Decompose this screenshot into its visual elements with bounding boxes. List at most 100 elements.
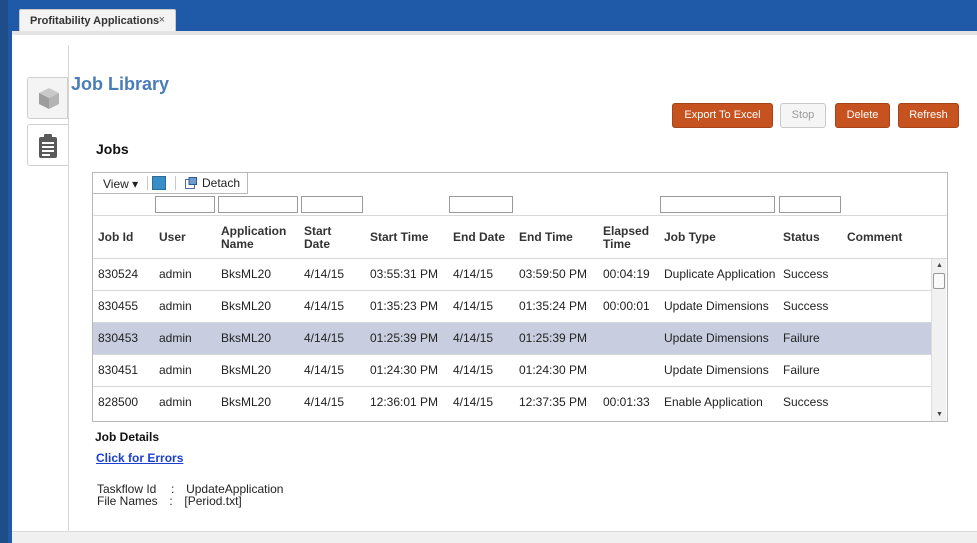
cell-application: BksML20 <box>221 395 272 409</box>
table-scrollbar[interactable]: ▲ ▼ <box>931 259 946 421</box>
cell-application: BksML20 <box>221 331 272 345</box>
table-row[interactable]: 830455 admin BksML20 4/14/15 01:35:23 PM… <box>93 291 931 323</box>
column-header-application-name[interactable]: Application Name <box>221 216 293 259</box>
filter-end-date-input[interactable] <box>449 196 513 213</box>
cell-start-time: 12:36:01 PM <box>370 395 439 409</box>
cell-end-time: 03:59:50 PM <box>519 267 588 281</box>
cell-elapsed-time: 00:00:01 <box>603 299 650 313</box>
cell-job-id: 830451 <box>98 363 139 377</box>
cell-elapsed-time: 00:01:33 <box>603 395 650 409</box>
close-icon[interactable]: × <box>159 14 165 26</box>
column-header-start-time[interactable]: Start Time <box>370 216 442 259</box>
cell-job-id: 830453 <box>98 331 139 345</box>
scroll-thumb[interactable] <box>933 273 945 289</box>
cell-status: Success <box>783 299 829 313</box>
cell-user: admin <box>159 331 192 345</box>
cell-application: BksML20 <box>221 267 272 281</box>
cell-user: admin <box>159 267 192 281</box>
jobs-table: View ▾ Detach Job Id User Application Na… <box>92 172 948 422</box>
cell-start-date: 4/14/15 <box>304 267 345 281</box>
job-details-title: Job Details <box>95 430 160 444</box>
cell-job-type: Duplicate Application <box>664 267 776 281</box>
table-row-selected[interactable]: 830453 admin BksML20 4/14/15 01:25:39 PM… <box>93 323 931 355</box>
vtab-job-library[interactable] <box>27 124 68 166</box>
cell-status: Failure <box>783 363 820 377</box>
scroll-down-icon[interactable]: ▼ <box>936 411 943 418</box>
export-to-excel-button[interactable]: Export To Excel <box>672 103 773 128</box>
filter-status-input[interactable] <box>779 196 841 213</box>
jobs-section-title: Jobs <box>96 141 129 157</box>
status-bar <box>12 531 977 543</box>
side-panel-divider <box>68 45 69 531</box>
cell-end-time: 01:25:39 PM <box>519 331 588 345</box>
delete-button[interactable]: Delete <box>835 103 890 128</box>
click-for-errors-link[interactable]: Click for Errors <box>96 451 183 465</box>
cell-user: admin <box>159 363 192 377</box>
cell-start-date: 4/14/15 <box>304 395 345 409</box>
cell-user: admin <box>159 299 192 313</box>
filter-application-input[interactable] <box>218 196 298 213</box>
cell-end-date: 4/14/15 <box>453 299 494 313</box>
cell-job-type: Update Dimensions <box>664 299 769 313</box>
cell-elapsed-time: 00:04:19 <box>603 267 650 281</box>
cell-end-date: 4/14/15 <box>453 395 494 409</box>
column-header-job-type[interactable]: Job Type <box>664 216 764 259</box>
table-row[interactable]: 830451 admin BksML20 4/14/15 01:24:30 PM… <box>93 355 931 387</box>
cell-status: Success <box>783 267 829 281</box>
cell-job-id: 830455 <box>98 299 139 313</box>
edit-grid-icon[interactable] <box>152 176 166 190</box>
cell-end-date: 4/14/15 <box>453 331 494 345</box>
table-row[interactable]: 828500 admin BksML20 4/14/15 12:36:01 PM… <box>93 387 931 419</box>
cube-icon <box>39 88 59 109</box>
table-header: Job Id User Application Name Start Date … <box>93 216 947 259</box>
cell-start-time: 01:35:23 PM <box>370 299 439 313</box>
stop-button[interactable]: Stop <box>780 103 826 128</box>
cell-start-time: 01:24:30 PM <box>370 363 439 377</box>
cell-start-date: 4/14/15 <box>304 363 345 377</box>
cell-start-date: 4/14/15 <box>304 331 345 345</box>
cell-start-date: 4/14/15 <box>304 299 345 313</box>
filter-user-input[interactable] <box>155 196 215 213</box>
tab-profitability-applications[interactable]: Profitability Applications × <box>19 9 176 32</box>
file-names-line: File Names : [Period.txt] <box>97 494 242 508</box>
toolbar-divider <box>175 176 176 190</box>
cell-job-type: Update Dimensions <box>664 363 769 377</box>
cell-end-time: 01:24:30 PM <box>519 363 588 377</box>
cell-application: BksML20 <box>221 299 272 313</box>
cell-status: Success <box>783 395 829 409</box>
table-row[interactable]: 830524 admin BksML20 4/14/15 03:55:31 PM… <box>93 259 931 291</box>
refresh-button[interactable]: Refresh <box>898 103 959 128</box>
column-header-job-id[interactable]: Job Id <box>98 216 153 259</box>
view-menu[interactable]: View ▾ <box>103 177 138 191</box>
cell-start-time: 01:25:39 PM <box>370 331 439 345</box>
column-header-user[interactable]: User <box>159 216 209 259</box>
detach-icon <box>185 177 197 189</box>
table-toolbar: View ▾ Detach <box>93 173 248 194</box>
page-title: Job Library <box>71 74 170 94</box>
cell-end-date: 4/14/15 <box>453 363 494 377</box>
cell-end-time: 01:35:24 PM <box>519 299 588 313</box>
cell-job-type: Update Dimensions <box>664 331 769 345</box>
cell-end-time: 12:37:35 PM <box>519 395 588 409</box>
filter-start-date-input[interactable] <box>301 196 363 213</box>
column-header-elapsed-time[interactable]: Elapsed Time <box>603 216 655 259</box>
cell-job-id: 828500 <box>98 395 139 409</box>
cell-end-date: 4/14/15 <box>453 267 494 281</box>
detach-button[interactable]: Detach <box>202 176 240 190</box>
cell-application: BksML20 <box>221 363 272 377</box>
vtab-model[interactable] <box>27 77 68 119</box>
column-header-end-date[interactable]: End Date <box>453 216 517 259</box>
cell-job-id: 830524 <box>98 267 139 281</box>
column-header-status[interactable]: Status <box>783 216 843 259</box>
cell-user: admin <box>159 395 192 409</box>
separator: : <box>169 494 173 508</box>
filter-row <box>93 194 947 216</box>
scroll-up-icon[interactable]: ▲ <box>936 262 943 269</box>
column-header-end-time[interactable]: End Time <box>519 216 589 259</box>
column-header-comment[interactable]: Comment <box>847 216 917 259</box>
filter-job-type-input[interactable] <box>660 196 775 213</box>
table-body: 830524 admin BksML20 4/14/15 03:55:31 PM… <box>93 259 931 422</box>
toolbar-divider <box>147 176 148 190</box>
column-header-start-date[interactable]: Start Date <box>304 216 344 259</box>
cell-job-type: Enable Application <box>664 395 763 409</box>
